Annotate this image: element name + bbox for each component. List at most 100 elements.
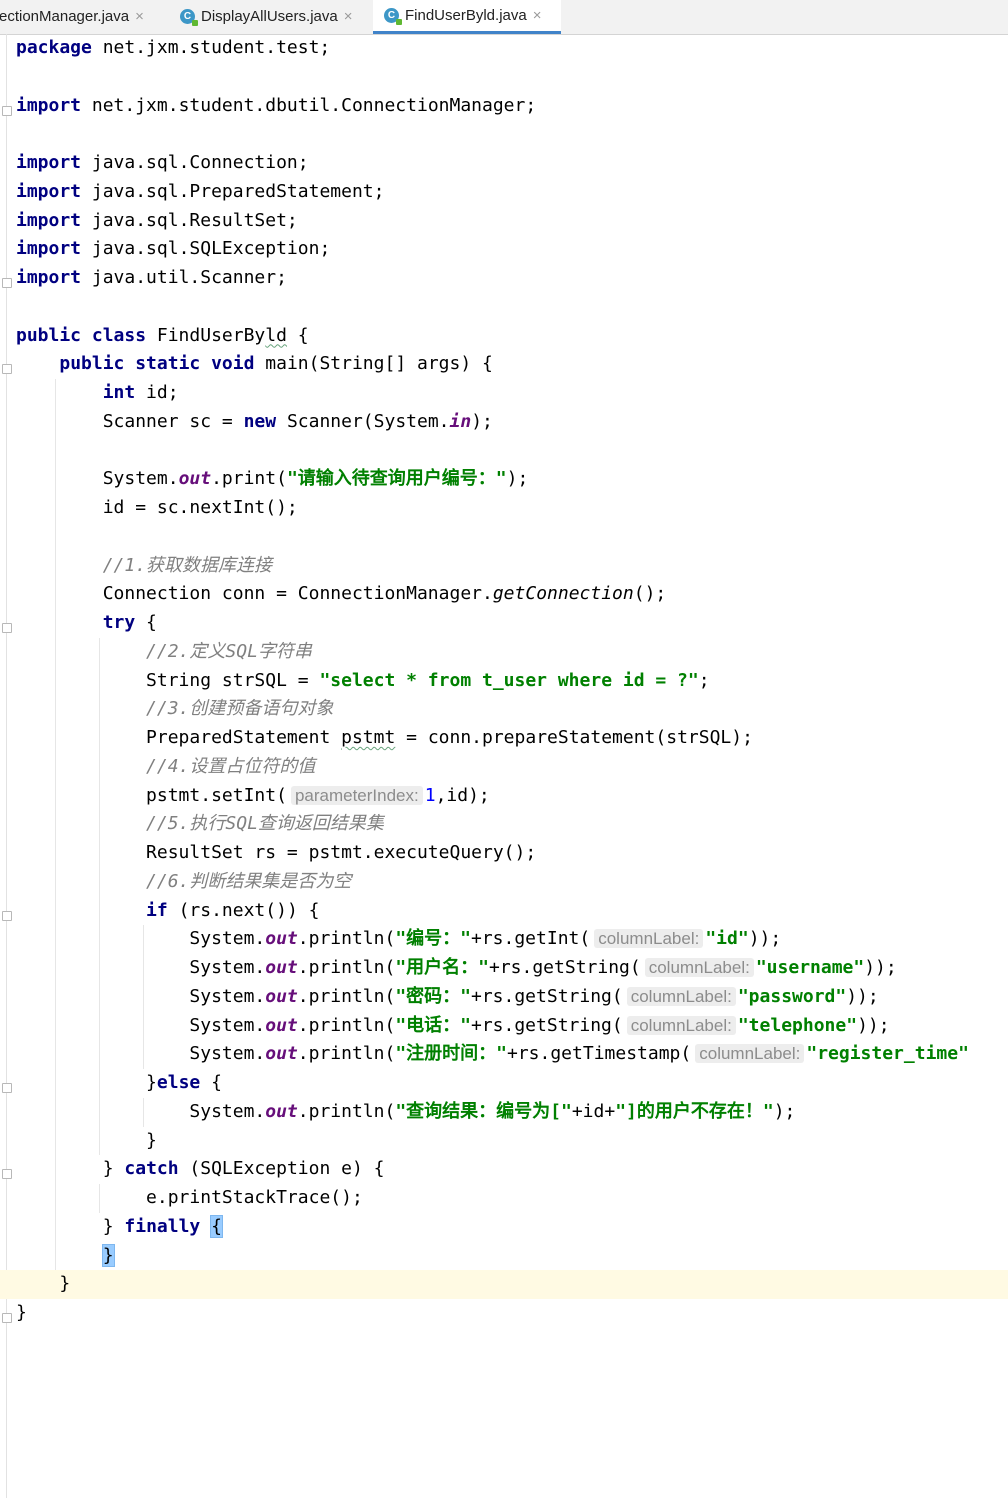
code-text: System.out.println("密码："+rs.getString(co…	[16, 983, 878, 1012]
code-line[interactable]: ResultSet rs = pstmt.executeQuery();	[0, 839, 1008, 868]
code-text: .print(	[211, 468, 287, 490]
code-line[interactable]: import java.util.Scanner;	[0, 264, 1008, 293]
code-line[interactable]: Scanner sc = new Scanner(System.in);	[0, 407, 1008, 437]
static-field: out	[265, 1043, 298, 1065]
code-line[interactable]: id = sc.nextInt();	[0, 494, 1008, 523]
code-text: = conn.prepareStatement(strSQL);	[395, 727, 753, 748]
code-line[interactable]: import java.sql.Connection;	[0, 149, 1008, 178]
code-line[interactable]: pstmt.setInt(parameterIndex: 1,id);	[0, 781, 1008, 811]
code-text: String strSQL = "select * from t_user wh…	[16, 667, 710, 696]
code-line[interactable]: //5.执行SQL查询返回结果集	[0, 810, 1008, 839]
fold-marker-icon[interactable]	[2, 105, 12, 116]
code-line[interactable]: }	[0, 1126, 1008, 1156]
keyword: finally	[124, 1215, 201, 1237]
fold-marker-icon[interactable]	[2, 623, 12, 633]
code-text: ();	[633, 583, 667, 605]
code-line[interactable]: import java.sql.SQLException;	[0, 235, 1008, 264]
code-line[interactable]: PreparedStatement pstmt = conn.prepareSt…	[0, 724, 1008, 753]
code-text: java.sql.SQLException;	[81, 238, 331, 260]
code-line[interactable]: System.out.println("编号："+rs.getInt(colum…	[0, 925, 1008, 954]
code-line[interactable]: public static void main(String[] args) {	[0, 350, 1008, 379]
tab-finduserbyid[interactable]: C FindUserByld.java ×	[373, 0, 561, 34]
code-text: }	[102, 1158, 125, 1180]
fold-marker-icon[interactable]	[2, 364, 12, 375]
code-line[interactable]	[0, 63, 1008, 92]
code-line[interactable]: public class FindUserByld {	[0, 322, 1008, 351]
code-text: PreparedStatement pstmt = conn.prepareSt…	[16, 724, 753, 753]
code-line[interactable]: } catch (SQLException e) {	[0, 1155, 1008, 1184]
code-line[interactable]: import net.jxm.student.dbutil.Connection…	[0, 92, 1008, 121]
code-line[interactable]: }	[0, 1241, 1008, 1271]
string-literal: "编号："	[395, 928, 471, 950]
parameter-hint: columnLabel:	[594, 929, 704, 949]
code-line[interactable]: System.out.println("查询结果：编号为["+id+"]的用户不…	[0, 1097, 1008, 1127]
code-line[interactable]: System.out.println("密码："+rs.getString(co…	[0, 982, 1008, 1012]
code-line[interactable]: String strSQL = "select * from t_user wh…	[0, 666, 1008, 696]
code-line[interactable]: System.out.print("请输入待查询用户编号：");	[0, 465, 1008, 494]
code-text: import net.jxm.student.dbutil.Connection…	[16, 92, 536, 121]
code-line[interactable]: Connection conn = ConnectionManager.getC…	[0, 580, 1008, 609]
code-line[interactable]: }	[0, 1270, 1008, 1299]
code-line[interactable]: //3.创建预备语句对象	[0, 695, 1008, 724]
keyword: import	[16, 267, 82, 288]
code-text: +rs.getTimestamp(	[507, 1043, 692, 1065]
code-line[interactable]: //1.获取数据库连接	[0, 551, 1008, 581]
code-text: System.out.println("电话："+rs.getString(co…	[16, 1012, 890, 1041]
code-text: import java.sql.ResultSet;	[16, 207, 298, 236]
close-icon[interactable]: ×	[135, 8, 144, 25]
fold-marker-icon[interactable]	[2, 910, 12, 921]
code-text: ,id);	[435, 784, 490, 806]
fold-marker-icon[interactable]	[2, 1083, 12, 1093]
code-text: .println(	[297, 928, 396, 950]
java-class-icon: C	[384, 8, 402, 25]
code-line[interactable]: } finally {	[0, 1212, 1008, 1242]
code-line[interactable]: }else {	[0, 1069, 1008, 1098]
method-call: getConnection	[492, 583, 634, 605]
code-text: System.out.println("编号："+rs.getInt(colum…	[16, 925, 781, 954]
code-text: }	[16, 1127, 157, 1156]
code-line[interactable]: try {	[0, 609, 1008, 638]
code-line[interactable]: System.out.println("电话："+rs.getString(co…	[0, 1011, 1008, 1041]
parameter-hint: parameterIndex:	[290, 785, 423, 805]
code-line[interactable]: package net.jxm.student.test;	[0, 34, 1008, 63]
code-line[interactable]	[0, 293, 1008, 322]
code-line[interactable]: //4.设置占位符的值	[0, 752, 1008, 782]
code-text: ));	[857, 1014, 890, 1036]
code-text: import java.sql.Connection;	[16, 149, 309, 178]
fold-marker-icon[interactable]	[2, 278, 12, 288]
code-text: System.out.println("注册时间："+rs.getTimesta…	[16, 1040, 969, 1069]
code-text: Scanner sc = new Scanner(System.in);	[16, 408, 493, 437]
code-text: );	[506, 468, 529, 490]
code-line[interactable]	[0, 436, 1008, 466]
java-class-icon: C	[180, 9, 198, 26]
code-line[interactable]: System.out.println("用户名："+rs.getString(c…	[0, 954, 1008, 983]
code-line[interactable]	[0, 120, 1008, 149]
code-line[interactable]: //6.判断结果集是否为空	[0, 867, 1008, 897]
code-text: System.	[189, 1100, 266, 1122]
close-icon[interactable]: ×	[344, 8, 353, 25]
tab-connectionmanager[interactable]: ectionManager.java ×	[0, 0, 169, 33]
code-text: .println(	[297, 1043, 396, 1065]
code-line[interactable]: //2.定义SQL字符串	[0, 637, 1008, 667]
code-text: net.jxm.student.test;	[91, 37, 331, 58]
fold-marker-icon[interactable]	[2, 1169, 12, 1180]
code-text: System.out.println("查询结果：编号为["+id+"]的用户不…	[16, 1098, 795, 1127]
code-text: +id+	[571, 1100, 616, 1122]
fold-marker-icon[interactable]	[2, 1313, 12, 1323]
code-line[interactable]: import java.sql.PreparedStatement;	[0, 178, 1008, 207]
code-line[interactable]: import java.sql.ResultSet;	[0, 207, 1008, 236]
code-text: pstmt.setInt(	[146, 784, 287, 806]
close-icon[interactable]: ×	[533, 7, 542, 24]
tab-displayallusers[interactable]: C DisplayAllUsers.java ×	[180, 0, 370, 33]
static-field: out	[178, 468, 212, 490]
code-line[interactable]: int id;	[0, 379, 1008, 408]
code-text: System.	[189, 957, 266, 978]
code-line[interactable]: if (rs.next()) {	[0, 896, 1008, 926]
string-literal: "]的用户不存在！"	[615, 1100, 774, 1122]
code-line[interactable]: e.printStackTrace();	[0, 1184, 1008, 1213]
code-line[interactable]	[0, 522, 1008, 552]
code-line[interactable]: System.out.println("注册时间："+rs.getTimesta…	[0, 1040, 1008, 1069]
code-line[interactable]: }	[0, 1299, 1008, 1328]
code-text: //3.创建预备语句对象	[16, 695, 333, 724]
string-literal: "telephone"	[737, 1014, 858, 1036]
